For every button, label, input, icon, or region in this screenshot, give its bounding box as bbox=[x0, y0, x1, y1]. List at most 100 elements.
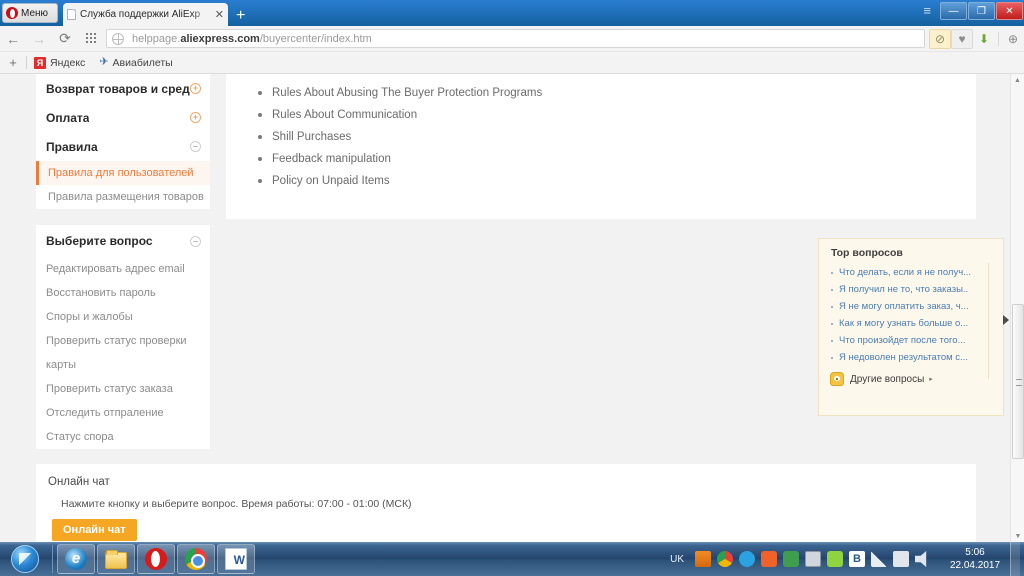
sidebar-subitem-label: Правила для пользователей bbox=[48, 167, 194, 179]
speed-dial-icon[interactable] bbox=[78, 31, 104, 47]
sidebar-subitem-listing-rules[interactable]: Правила размещения товаров bbox=[36, 185, 210, 209]
tray-network-icon[interactable] bbox=[871, 551, 887, 567]
list-item[interactable]: Как я могу узнать больше о... bbox=[831, 315, 1003, 332]
show-desktop-button[interactable] bbox=[1010, 542, 1020, 576]
sidebar-question-item[interactable]: Споры и жалобы bbox=[36, 305, 210, 329]
update-icon[interactable]: ⊕ bbox=[1002, 29, 1024, 49]
start-button[interactable] bbox=[1, 543, 49, 575]
add-bookmark-icon[interactable]: + bbox=[0, 55, 26, 70]
sidebar-question-item[interactable]: Проверить статус заказа bbox=[36, 377, 210, 401]
close-window-button[interactable]: ✕ bbox=[996, 2, 1023, 20]
sidebar-question-label: Проверить статус заказа bbox=[46, 383, 173, 395]
list-item[interactable]: Policy on Unpaid Items bbox=[258, 170, 976, 192]
sidebar-questions-card: Выберите вопрос – Редактировать адрес em… bbox=[36, 225, 210, 449]
taskbar-item-file-explorer[interactable] bbox=[97, 544, 135, 574]
close-tab-icon[interactable]: ✕ bbox=[212, 8, 224, 21]
list-item[interactable]: Я получил не то, что заказы.. bbox=[831, 281, 1003, 298]
taskbar-item-word[interactable] bbox=[217, 544, 255, 574]
collapse-minus-icon[interactable]: – bbox=[190, 235, 201, 247]
page-icon bbox=[67, 9, 76, 20]
list-item[interactable]: Что делать, если я не получ... bbox=[831, 264, 1003, 281]
online-chat-button[interactable]: Онлайн чат bbox=[52, 519, 137, 541]
opera-icon bbox=[145, 548, 167, 570]
sidebar-item-returns[interactable]: Возврат товаров и средств + bbox=[36, 74, 210, 103]
expand-plus-icon[interactable]: + bbox=[190, 83, 201, 94]
scroll-down-icon[interactable]: ▼ bbox=[1011, 533, 1024, 540]
main-content-card: Rules About Abusing The Buyer Protection… bbox=[226, 74, 976, 219]
tray-vk-icon[interactable]: B bbox=[849, 551, 865, 567]
back-icon[interactable]: ← bbox=[0, 31, 26, 47]
sidebar-item-rules[interactable]: Правила – bbox=[36, 132, 210, 161]
list-item[interactable]: Rules About Communication bbox=[258, 104, 976, 126]
sidebar-question-item[interactable]: Проверить статус проверки bbox=[36, 329, 210, 353]
reload-icon[interactable]: ⟳ bbox=[52, 30, 78, 47]
list-item[interactable]: Feedback manipulation bbox=[258, 148, 976, 170]
chevron-right-icon: ▸ bbox=[929, 376, 933, 383]
list-item[interactable]: Shill Purchases bbox=[258, 126, 976, 148]
list-item[interactable]: Rules About Abusing The Buyer Protection… bbox=[258, 82, 976, 104]
sidebar-question-item[interactable]: Восстановить пароль bbox=[36, 281, 210, 305]
online-chat-description: Нажмите кнопку и выберите вопрос. Время … bbox=[61, 498, 412, 510]
sidebar-item-payment[interactable]: Оплата + bbox=[36, 103, 210, 132]
sidebar-item-label: Оплата bbox=[46, 110, 90, 125]
sidebar-subitem-label: Правила размещения товаров bbox=[48, 191, 204, 203]
taskbar-clock[interactable]: 5:06 22.04.2017 bbox=[944, 546, 1006, 572]
rules-link: Shill Purchases bbox=[272, 131, 352, 143]
page-viewport: Возврат товаров и средств + Оплата + Пра… bbox=[0, 74, 1024, 542]
sidebar-questions-header[interactable]: Выберите вопрос – bbox=[36, 225, 210, 257]
collapse-minus-icon[interactable]: – bbox=[190, 141, 201, 152]
minimize-button[interactable]: — bbox=[940, 2, 967, 20]
address-bar[interactable]: helppage.aliexpress.com/buyercenter/inde… bbox=[106, 29, 925, 48]
browser-tab-title: Служба поддержки AliExp bbox=[80, 9, 201, 20]
opera-logo-icon bbox=[6, 7, 18, 19]
language-indicator[interactable]: UK bbox=[670, 554, 684, 565]
taskbar-item-chrome[interactable] bbox=[177, 544, 215, 574]
bookmark-yandex[interactable]: Я Яндекс bbox=[34, 56, 85, 69]
windows-orb-icon bbox=[11, 545, 39, 573]
download-icon[interactable]: ⬇ bbox=[973, 29, 995, 49]
list-item[interactable]: Я недоволен результатом с... bbox=[831, 349, 1003, 366]
expand-plus-icon[interactable]: + bbox=[190, 112, 201, 123]
sidebar-question-item[interactable]: Редактировать адрес email bbox=[36, 257, 210, 281]
sidebar-questions-title: Выберите вопрос bbox=[46, 234, 153, 248]
new-tab-button[interactable]: + bbox=[236, 8, 245, 24]
tray-download-icon[interactable] bbox=[827, 551, 843, 567]
internet-explorer-icon bbox=[65, 548, 87, 570]
other-questions-button[interactable]: Другие вопросы ▸ bbox=[819, 372, 1003, 386]
taskbar-item-opera[interactable] bbox=[137, 544, 175, 574]
sidebar: Возврат товаров и средств + Оплата + Пра… bbox=[36, 74, 210, 449]
opera-menu-button[interactable]: Меню bbox=[2, 3, 58, 23]
scrollbar-thumb[interactable] bbox=[1012, 304, 1024, 459]
toolbar-divider bbox=[998, 31, 999, 46]
top-question-link: Я получил не то, что заказы.. bbox=[839, 284, 969, 295]
mascot-icon bbox=[830, 372, 844, 386]
taskbar-item-internet-explorer[interactable] bbox=[57, 544, 95, 574]
tray-green-icon[interactable] bbox=[783, 551, 799, 567]
tray-orange-icon[interactable] bbox=[695, 551, 711, 567]
top-question-link: Я недоволен результатом с... bbox=[839, 352, 968, 363]
page-scrollbar[interactable]: ▲ ▼ bbox=[1010, 74, 1024, 542]
clock-time: 5:06 bbox=[965, 547, 985, 558]
bookmark-aviabilety[interactable]: ✈ Авиабилеты bbox=[99, 57, 172, 69]
sidebar-subitem-user-rules[interactable]: Правила для пользователей bbox=[36, 161, 210, 185]
tray-chrome-icon[interactable] bbox=[717, 551, 733, 567]
adblock-icon[interactable]: ⊘ bbox=[929, 28, 951, 49]
taskbar-divider bbox=[52, 545, 53, 573]
panel-collapse-arrow-icon[interactable] bbox=[1003, 315, 1009, 325]
opera-sidebar-menu-icon[interactable]: ≡ bbox=[923, 4, 931, 17]
tray-volume-icon[interactable] bbox=[915, 551, 927, 567]
sidebar-question-item[interactable]: Отследить отпраление bbox=[36, 401, 210, 425]
browser-tab[interactable]: Служба поддержки AliExp ✕ bbox=[63, 3, 228, 26]
tray-security-icon[interactable] bbox=[893, 551, 909, 567]
forward-icon[interactable]: → bbox=[26, 31, 52, 47]
sidebar-question-item[interactable]: Статус спора bbox=[36, 425, 210, 449]
tray-sync-icon[interactable] bbox=[739, 551, 755, 567]
maximize-button[interactable]: ❐ bbox=[968, 2, 995, 20]
list-item[interactable]: Что произойдет после того... bbox=[831, 332, 1003, 349]
tray-device-icon[interactable] bbox=[805, 551, 821, 567]
scroll-up-icon[interactable]: ▲ bbox=[1011, 74, 1024, 84]
list-item[interactable]: Я не могу оплатить заказ, ч... bbox=[831, 298, 1003, 315]
tray-alert-icon[interactable] bbox=[761, 551, 777, 567]
sidebar-question-item-wrap[interactable]: карты bbox=[36, 353, 210, 377]
heart-icon[interactable]: ♥ bbox=[951, 28, 973, 49]
